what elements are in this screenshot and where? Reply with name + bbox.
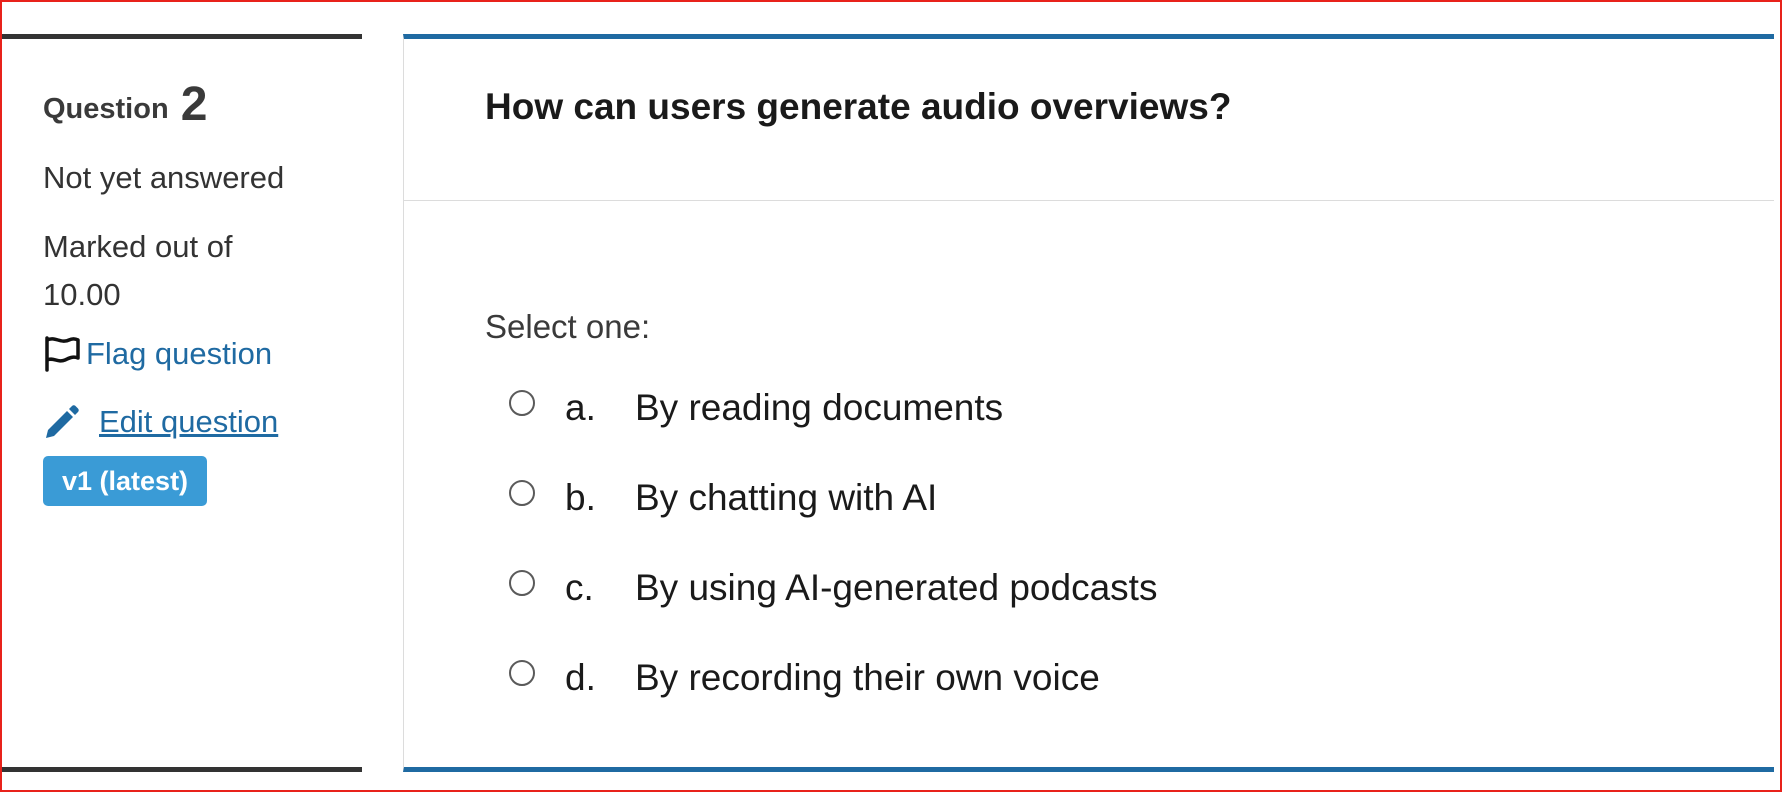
question-state: Not yet answered [43, 160, 285, 195]
answer-radio-a[interactable] [509, 390, 535, 416]
grade-label: Marked out of [43, 229, 233, 264]
question-label: Question [43, 93, 169, 125]
question-grade: Marked out of 10.00 [43, 223, 362, 319]
flag-outline-icon [45, 336, 80, 372]
answer-radio-b[interactable] [509, 480, 535, 506]
question-number: 2 [180, 78, 208, 131]
pencil-icon [46, 405, 79, 438]
edit-question-link-wrap[interactable]: Edit question [43, 398, 362, 446]
question-content-panel: How can users generate audio overviews? … [403, 34, 1774, 772]
answer-option-c[interactable]: c. By using AI-generated podcasts [485, 543, 1774, 633]
edit-question-link[interactable]: Edit question [99, 404, 278, 440]
answer-letter-a: a. [565, 387, 596, 428]
answer-option-b[interactable]: b. By chatting with AI [485, 453, 1774, 543]
question-text-area: How can users generate audio overviews? [404, 39, 1774, 201]
question-number-heading: Question 2 [43, 81, 362, 131]
answer-radio-d[interactable] [509, 660, 535, 686]
flag-question-link[interactable]: Flag question [86, 336, 272, 372]
answer-block: Select one: a. By reading documents b. B… [404, 201, 1774, 723]
answer-option-d[interactable]: d. By recording their own voice [485, 633, 1774, 723]
answer-text-d[interactable]: By recording their own voice [635, 657, 1100, 699]
answer-option-a[interactable]: a. By reading documents [485, 363, 1774, 453]
answer-prompt: Select one: [485, 308, 651, 345]
answer-text-b[interactable]: By chatting with AI [635, 477, 937, 519]
question-text: How can users generate audio overviews? [485, 86, 1232, 127]
answer-letter-b: b. [565, 477, 596, 518]
answer-letter-c: c. [565, 567, 594, 608]
version-badge: v1 (latest) [43, 456, 208, 506]
question-info-panel: Question 2 Not yet answered Marked out o… [2, 34, 362, 772]
answer-text-c[interactable]: By using AI-generated podcasts [635, 567, 1157, 609]
flag-question-toggle[interactable]: Flag question [43, 330, 362, 378]
answer-letter-d: d. [565, 657, 596, 698]
answer-radio-c[interactable] [509, 570, 535, 596]
grade-value: 10.00 [43, 277, 121, 312]
answer-text-a[interactable]: By reading documents [635, 387, 1003, 429]
